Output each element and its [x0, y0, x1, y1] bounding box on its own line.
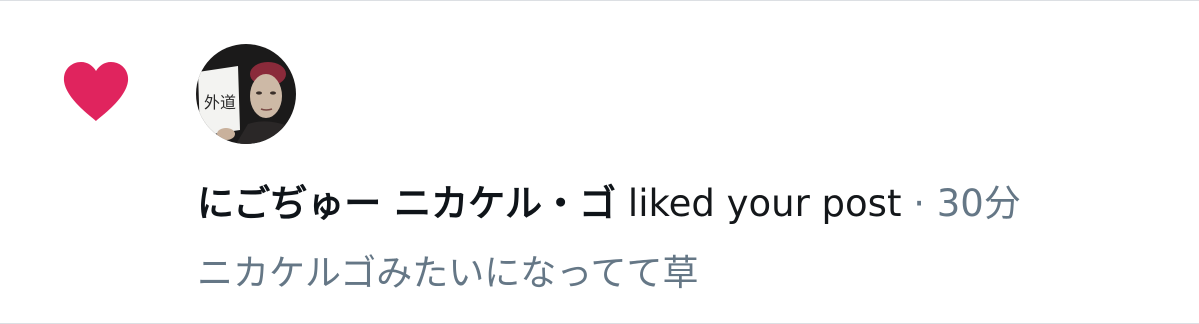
post-preview-text[interactable]: ニカケルゴみたいになってて草	[197, 247, 698, 301]
timestamp: 30分	[936, 182, 1021, 225]
heart-icon	[62, 61, 130, 123]
avatar-sign-text: 外道	[204, 93, 236, 112]
action-text: liked your post	[627, 182, 902, 225]
user-name-link[interactable]: にごぢゅー ニカケル・ゴ	[197, 182, 616, 225]
separator-dot: ·	[913, 182, 925, 225]
avatar[interactable]: 外道	[196, 44, 296, 144]
notification-item[interactable]: 外道 にごぢゅー ニカケル・ゴ liked your post · 30分 ニカ…	[0, 0, 1199, 324]
notification-text: にごぢゅー ニカケル・ゴ liked your post · 30分	[197, 177, 1021, 231]
